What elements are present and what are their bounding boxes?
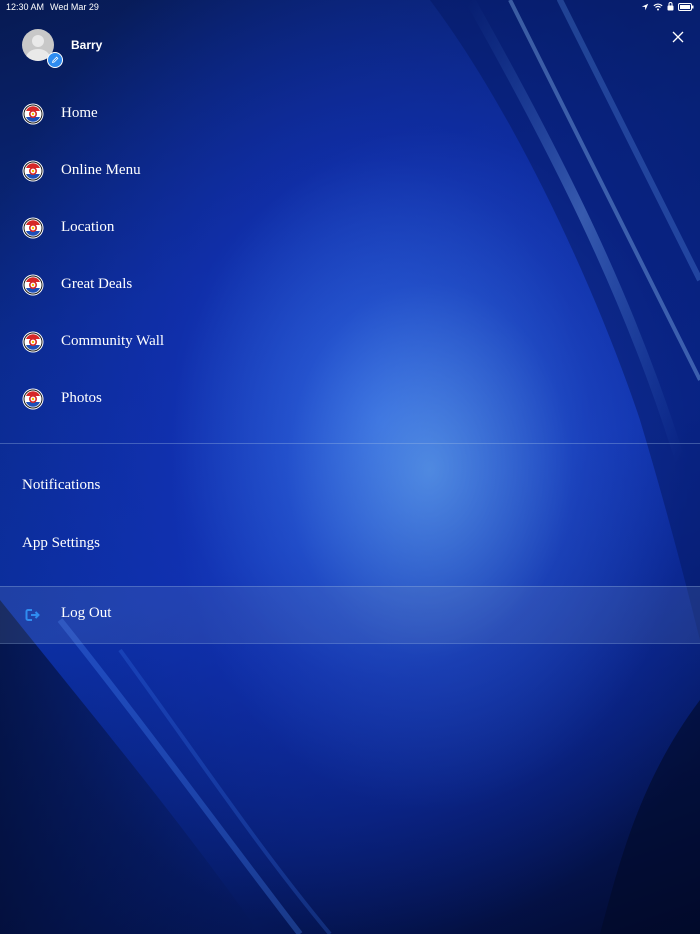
- logout-icon: [25, 609, 40, 621]
- menu-label-online-menu: Online Menu: [61, 162, 141, 178]
- restaurant-logo-icon: [22, 388, 44, 409]
- pencil-icon: [52, 56, 59, 63]
- status-icons: [641, 2, 694, 11]
- close-icon: [672, 31, 684, 43]
- app-settings-item[interactable]: App Settings: [22, 535, 100, 552]
- menu-label-photos: Photos: [61, 390, 102, 406]
- menu-item-online-menu[interactable]: Online Menu: [0, 142, 700, 199]
- menu-label-location: Location: [61, 219, 115, 235]
- restaurant-logo-icon: [22, 331, 44, 352]
- restaurant-logo-icon: [22, 274, 44, 295]
- divider: [0, 443, 700, 444]
- profile-name: Barry: [71, 38, 103, 52]
- menu-item-location[interactable]: Location: [0, 199, 700, 256]
- menu-label-community-wall: Community Wall: [61, 333, 165, 349]
- menu-item-community-wall[interactable]: Community Wall: [0, 313, 700, 370]
- restaurant-logo-icon: [22, 103, 44, 124]
- battery-icon: [678, 2, 694, 11]
- menu-label-home: Home: [61, 105, 98, 121]
- location-arrow-icon: [641, 3, 649, 10]
- menu-item-great-deals[interactable]: Great Deals: [0, 256, 700, 313]
- notifications-item[interactable]: Notifications: [22, 477, 100, 494]
- status-date: Wed Mar 29: [50, 2, 99, 12]
- menu-item-home[interactable]: Home: [0, 85, 700, 142]
- status-time: 12:30 AM: [6, 2, 45, 12]
- edit-profile-button[interactable]: [47, 52, 63, 68]
- lock-rotation-icon: [667, 2, 674, 11]
- restaurant-logo-icon: [22, 217, 44, 238]
- divider: [0, 643, 700, 644]
- close-button[interactable]: [672, 30, 684, 43]
- logout-button[interactable]: Log Out: [0, 586, 700, 643]
- menu-item-photos[interactable]: Photos: [0, 370, 700, 427]
- menu-label-great-deals: Great Deals: [61, 276, 133, 292]
- status-bar: 12:30 AM Wed Mar 29: [0, 0, 700, 14]
- wifi-icon: [653, 3, 663, 10]
- main-menu: Home Online Menu Location Great Deals Co…: [0, 85, 700, 427]
- logout-label: Log Out: [61, 605, 112, 621]
- restaurant-logo-icon: [22, 160, 44, 181]
